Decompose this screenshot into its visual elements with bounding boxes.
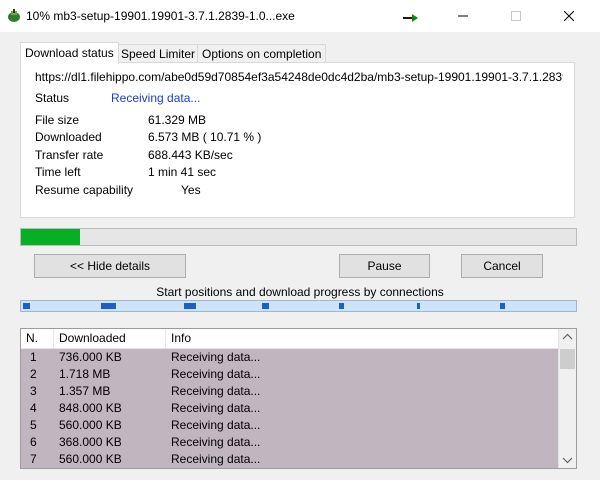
list-row[interactable]: 7 560.000 KB Receiving data...	[21, 451, 558, 468]
cancel-button[interactable]: Cancel	[461, 254, 543, 278]
row-downloaded: 560.000 KB	[59, 418, 122, 432]
column-header-info[interactable]: Info	[166, 329, 558, 348]
download-url: https://dl1.filehippo.com/abe0d59d70854e…	[35, 70, 563, 84]
connection-segment	[23, 303, 30, 309]
scrollbar-thumb[interactable]	[560, 349, 575, 369]
close-button[interactable]	[546, 0, 592, 32]
row-info: Receiving data...	[171, 435, 261, 449]
file-size-label: File size	[35, 113, 80, 127]
green-arrow-icon	[403, 14, 418, 22]
connection-segment	[417, 303, 421, 309]
downloaded-label: Downloaded	[35, 130, 102, 144]
downloaded-value: 6.573 MB ( 10.71 % )	[148, 130, 262, 144]
app-download-icon	[8, 9, 20, 22]
time-left-label: Time left	[35, 165, 81, 179]
minimize-icon	[458, 15, 468, 17]
list-row[interactable]: 4 848.000 KB Receiving data...	[21, 400, 558, 417]
title-bar: 10% mb3-setup-19901.19901-3.7.1.2839-1.0…	[0, 0, 600, 32]
row-downloaded: 1.718 MB	[59, 367, 111, 381]
row-info: Receiving data...	[171, 418, 261, 432]
row-info: Receiving data...	[171, 401, 261, 415]
download-progress-bar	[20, 228, 577, 246]
row-downloaded: 848.000 KB	[59, 401, 122, 415]
row-info: Receiving data...	[171, 350, 261, 364]
time-left-value: 1 min 41 sec	[148, 165, 217, 179]
status-label: Status	[35, 91, 70, 105]
resume-capability-label: Resume capability	[35, 183, 134, 197]
row-info: Receiving data...	[171, 452, 261, 466]
connection-segment	[339, 303, 345, 309]
column-header-downloaded[interactable]: Downloaded	[54, 329, 166, 348]
row-downloaded: 736.000 KB	[59, 350, 122, 364]
progress-fill	[21, 229, 81, 245]
window-title: 10% mb3-setup-19901.19901-3.7.1.2839-1.0…	[26, 9, 295, 23]
scroll-up-icon[interactable]	[559, 329, 576, 346]
list-header: N. Downloaded Info	[21, 329, 558, 349]
tab-download-status[interactable]: Download status	[20, 42, 119, 64]
column-header-number[interactable]: N.	[21, 329, 54, 348]
tab-speed-limiter[interactable]: Speed Limiter	[116, 44, 201, 63]
maximize-button[interactable]	[493, 0, 539, 32]
transfer-rate-label: Transfer rate	[35, 148, 104, 162]
row-number: 1	[30, 350, 37, 364]
row-number: 6	[30, 435, 37, 449]
connection-segment	[183, 303, 197, 309]
row-info: Receiving data...	[171, 384, 261, 398]
connection-segment	[261, 303, 270, 309]
connections-caption: Start positions and download progress by…	[156, 285, 444, 299]
row-downloaded: 1.357 MB	[59, 384, 111, 398]
list-row[interactable]: 2 1.718 MB Receiving data...	[21, 366, 558, 383]
row-number: 5	[30, 418, 37, 432]
minimize-button[interactable]	[440, 0, 486, 32]
list-scrollbar[interactable]	[558, 329, 576, 468]
list-body: 1 736.000 KB Receiving data... 2 1.718 MB Rec…	[21, 349, 558, 468]
list-row[interactable]: 5 560.000 KB Receiving data...	[21, 417, 558, 434]
scroll-down-icon[interactable]	[559, 451, 576, 468]
list-row[interactable]: 3 1.357 MB Receiving data...	[21, 383, 558, 400]
row-number: 3	[30, 384, 37, 398]
connection-segment	[100, 303, 117, 309]
row-number: 4	[30, 401, 37, 415]
file-size-value: 61.329 MB	[148, 113, 207, 127]
transfer-rate-value: 688.443 KB/sec	[148, 148, 233, 162]
list-row[interactable]: 1 736.000 KB Receiving data...	[21, 349, 558, 366]
hide-details-button[interactable]: << Hide details	[34, 254, 186, 278]
connection-segment	[500, 303, 506, 309]
row-downloaded: 560.000 KB	[59, 452, 122, 466]
resume-capability-value: Yes	[181, 183, 201, 197]
download-status-panel: https://dl1.filehippo.com/abe0d59d70854e…	[20, 62, 575, 218]
list-row[interactable]: 6 368.000 KB Receiving data...	[21, 434, 558, 451]
close-icon	[564, 11, 574, 21]
connections-list: N. Downloaded Info 1 736.000 KB Receiving …	[20, 328, 577, 469]
maximize-icon	[511, 11, 521, 21]
tab-options-on-completion[interactable]: Options on completion	[197, 44, 327, 63]
status-value: Receiving data...	[111, 91, 201, 105]
row-downloaded: 368.000 KB	[59, 435, 122, 449]
connections-progress-bar	[20, 300, 577, 312]
row-number: 7	[30, 452, 37, 466]
row-number: 2	[30, 367, 37, 381]
row-info: Receiving data...	[171, 367, 261, 381]
pause-button[interactable]: Pause	[339, 254, 430, 278]
